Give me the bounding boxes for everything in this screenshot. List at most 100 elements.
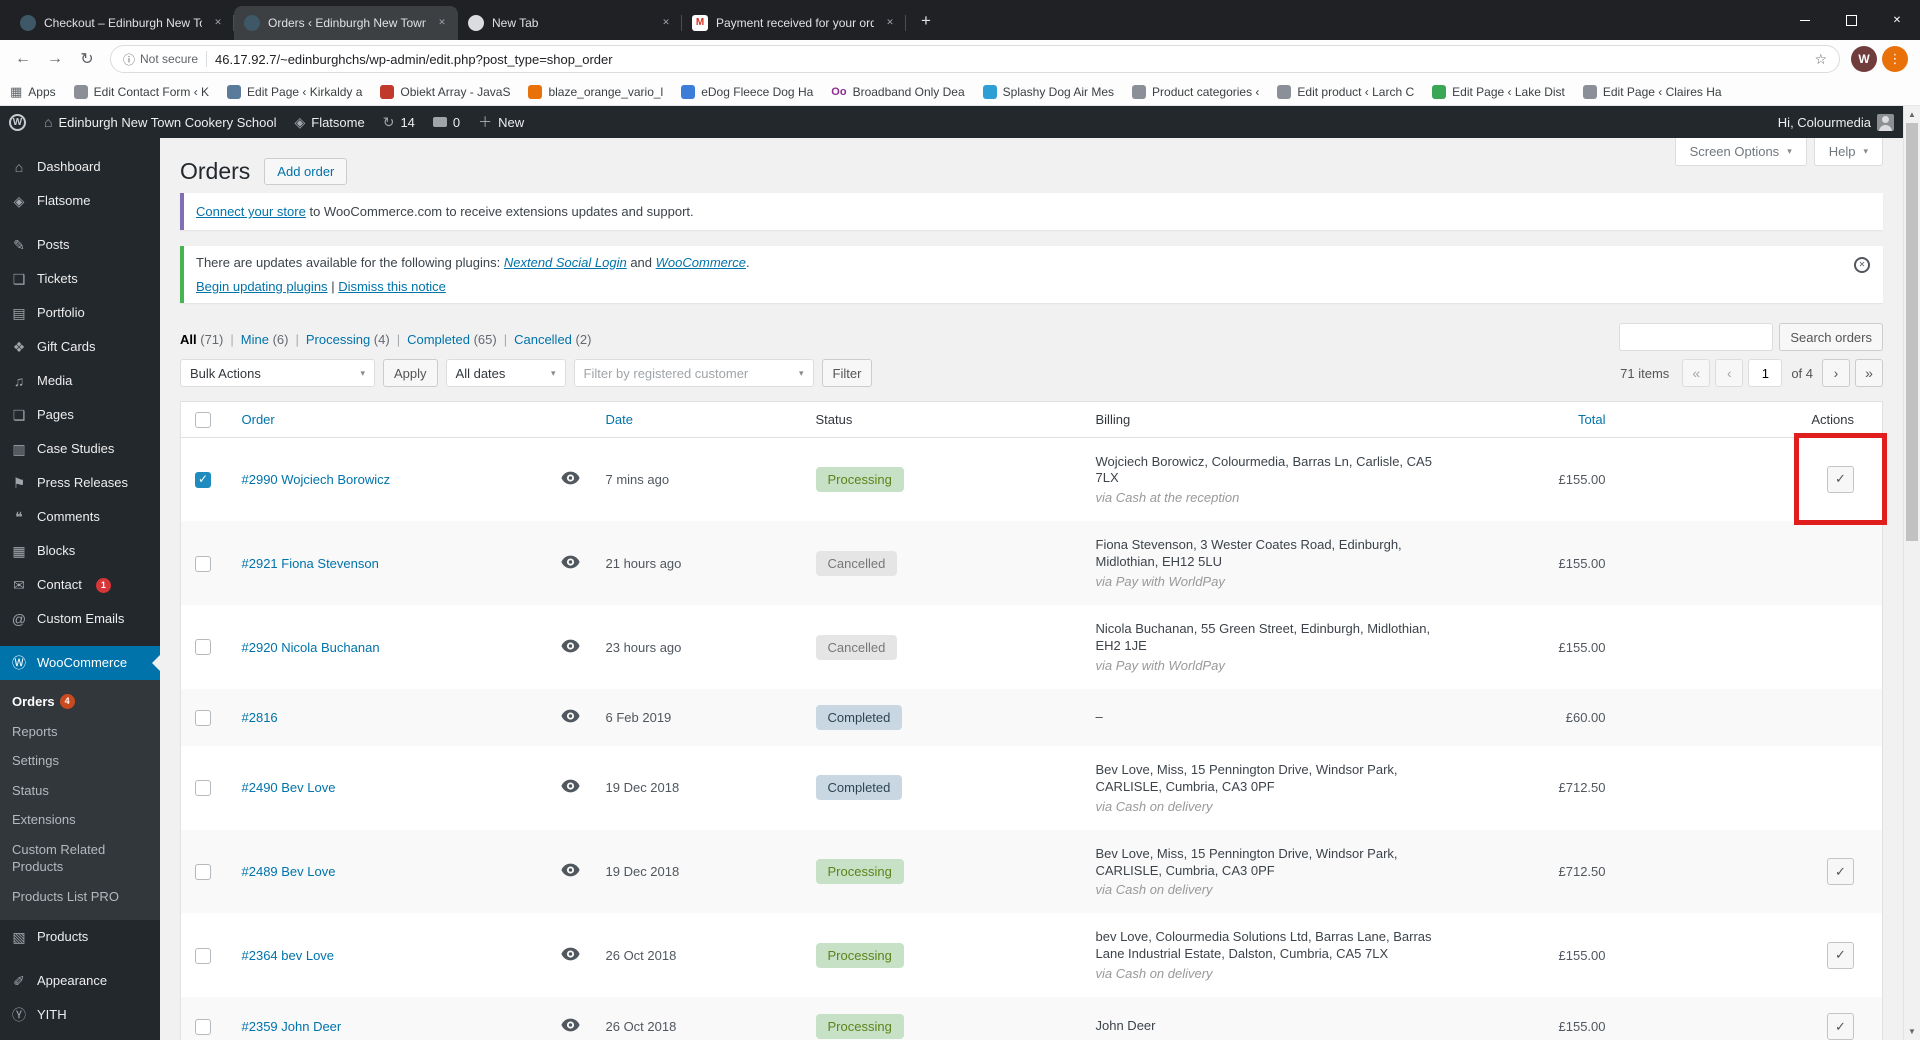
new-content-menu[interactable]: ＋ New [469, 106, 533, 138]
maximize-button[interactable] [1828, 0, 1874, 40]
all-dates-select[interactable]: All dates ▾ [445, 359, 566, 387]
complete-order-button[interactable]: ✓ [1827, 941, 1854, 969]
complete-order-button[interactable]: ✓ [1827, 465, 1854, 493]
window-close-button[interactable]: ✕ [1874, 0, 1920, 40]
sort-by-total-link[interactable]: Total [1578, 412, 1605, 427]
sidebar-item-tickets[interactable]: ❑ Tickets [0, 262, 160, 296]
sidebar-item-woocommerce[interactable]: Ⓦ WooCommerce [0, 646, 160, 680]
bookmark-item[interactable]: Edit Page ‹ Lake Dist [1432, 84, 1565, 99]
sidebar-item-appearance[interactable]: ✐ Appearance [0, 964, 160, 998]
help-button[interactable]: Help ▾ [1813, 138, 1883, 166]
submenu-item-custom-related-products[interactable]: Custom Related Products [0, 835, 160, 882]
scroll-down-icon[interactable]: ▼ [1904, 1023, 1920, 1040]
theme-menu[interactable]: ◈ Flatsome [285, 106, 373, 138]
row-checkbox[interactable] [195, 780, 211, 797]
sidebar-item-gift-cards[interactable]: ❖ Gift Cards [0, 330, 160, 364]
sidebar-item-plugins[interactable]: ✚ Plugins 10 [0, 1032, 160, 1040]
bookmark-item[interactable]: Product categories ‹ [1132, 84, 1259, 99]
sidebar-item-custom-emails[interactable]: @ Custom Emails [0, 602, 160, 636]
view-all[interactable]: All (71) [180, 332, 223, 347]
submenu-item-extensions[interactable]: Extensions [0, 805, 160, 835]
connect-store-link[interactable]: Connect your store [196, 204, 306, 219]
preview-eye-icon[interactable] [560, 947, 580, 961]
complete-order-button[interactable]: ✓ [1827, 1013, 1854, 1040]
submenu-item-settings[interactable]: Settings [0, 746, 160, 776]
last-page-button[interactable]: » [1855, 359, 1883, 387]
order-link[interactable]: #2359 John Deer [242, 1019, 342, 1034]
view-completed[interactable]: Completed (65) [407, 332, 497, 347]
tab-close-icon[interactable]: ✕ [210, 15, 226, 31]
bookmark-item[interactable]: Splashy Dog Air Mes [982, 84, 1114, 99]
view-mine[interactable]: Mine (6) [241, 332, 289, 347]
wordpress-menu[interactable]: W [0, 106, 35, 138]
forward-icon[interactable]: → [40, 44, 70, 74]
sidebar-item-case-studies[interactable]: ▥ Case Studies [0, 432, 160, 466]
woocommerce-link[interactable]: WooCommerce [656, 255, 746, 270]
scroll-up-icon[interactable]: ▲ [1904, 106, 1920, 123]
sort-by-date-link[interactable]: Date [606, 412, 633, 427]
order-link[interactable]: #2489 Bev Love [242, 864, 336, 879]
row-checkbox[interactable] [195, 639, 211, 656]
customer-filter-select[interactable]: Filter by registered customer ▾ [573, 359, 814, 387]
begin-updating-plugins-link[interactable]: Begin updating plugins [196, 279, 328, 294]
prev-page-button[interactable]: ‹ [1715, 359, 1744, 387]
row-checkbox[interactable] [195, 555, 211, 572]
bookmark-item[interactable]: Edit Page ‹ Kirkaldy a [227, 84, 362, 99]
browser-profile-avatar[interactable]: W [1851, 46, 1877, 72]
site-name-menu[interactable]: ⌂ Edinburgh New Town Cookery School [35, 106, 285, 138]
current-page-input[interactable] [1748, 359, 1783, 387]
screen-options-button[interactable]: Screen Options ▾ [1674, 138, 1807, 166]
sidebar-item-flatsome[interactable]: ◈ Flatsome [0, 184, 160, 218]
row-checkbox[interactable] [195, 863, 211, 880]
submenu-item-status[interactable]: Status [0, 776, 160, 806]
order-link[interactable]: #2816 [242, 710, 278, 725]
sidebar-item-media[interactable]: ♫ Media [0, 364, 160, 398]
search-orders-button[interactable]: Search orders [1779, 323, 1883, 351]
scrollbar-thumb[interactable] [1906, 123, 1918, 541]
apps-shortcut[interactable]: ▦ Apps [10, 84, 56, 100]
bookmark-star-icon[interactable]: ☆ [1814, 51, 1827, 68]
my-account-menu[interactable]: Hi, Colourmedia [1769, 113, 1903, 131]
sidebar-item-portfolio[interactable]: ▤ Portfolio [0, 296, 160, 330]
complete-order-button[interactable]: ✓ [1827, 858, 1854, 886]
row-checkbox[interactable] [195, 947, 211, 964]
minimize-button[interactable] [1782, 0, 1828, 40]
browser-menu-update-icon[interactable]: ⋮ [1882, 46, 1908, 72]
bookmark-item[interactable]: Edit product ‹ Larch C [1277, 84, 1414, 99]
add-order-button[interactable]: Add order [264, 158, 348, 185]
view-processing[interactable]: Processing (4) [306, 332, 390, 347]
sidebar-item-posts[interactable]: ✎ Posts [0, 228, 160, 262]
order-link[interactable]: #2921 Fiona Stevenson [242, 556, 379, 571]
bookmark-item[interactable]: Oo Broadband Only Dea [831, 85, 964, 99]
address-bar[interactable]: ⓘ Not secure 46.17.92.7/~edinburghchs/wp… [110, 45, 1840, 73]
preview-eye-icon[interactable] [560, 471, 580, 485]
sidebar-item-blocks[interactable]: ▦ Blocks [0, 534, 160, 568]
back-icon[interactable]: ← [8, 44, 38, 74]
dismiss-this-notice-link[interactable]: Dismiss this notice [338, 279, 446, 294]
browser-tab-gmail[interactable]: M Payment received for your orde ✕ [682, 6, 906, 40]
preview-eye-icon[interactable] [560, 555, 580, 569]
tab-close-icon[interactable]: ✕ [658, 15, 674, 31]
sort-by-order-link[interactable]: Order [242, 412, 275, 427]
bookmark-item[interactable]: Edit Page ‹ Claires Ha [1582, 84, 1722, 99]
sidebar-item-yith[interactable]: Ⓨ YITH [0, 998, 160, 1032]
first-page-button[interactable]: « [1682, 359, 1711, 387]
submenu-item-reports[interactable]: Reports [0, 717, 160, 747]
sidebar-item-press-releases[interactable]: ⚑ Press Releases [0, 466, 160, 500]
nextend-social-login-link[interactable]: Nextend Social Login [504, 255, 627, 270]
url-text[interactable]: 46.17.92.7/~edinburghchs/wp-admin/edit.p… [215, 52, 1806, 67]
browser-tab-checkout[interactable]: Checkout – Edinburgh New Tow ✕ [10, 6, 234, 40]
preview-eye-icon[interactable] [560, 709, 580, 723]
reload-icon[interactable]: ↻ [72, 44, 102, 74]
new-tab-button[interactable]: + [912, 8, 940, 36]
updates-menu[interactable]: ↻ 14 [374, 106, 424, 138]
page-scrollbar[interactable]: ▲ ▼ [1903, 106, 1920, 1040]
bookmark-item[interactable]: eDog Fleece Dog Ha [681, 84, 813, 99]
apply-button[interactable]: Apply [383, 359, 438, 387]
browser-tab-newtab[interactable]: New Tab ✕ [458, 6, 682, 40]
sidebar-item-contact[interactable]: ✉ Contact 1 [0, 568, 160, 602]
bookmark-item[interactable]: Obiekt Array - JavaS [380, 84, 510, 99]
preview-eye-icon[interactable] [560, 639, 580, 653]
order-link[interactable]: #2990 Wojciech Borowicz [242, 472, 391, 487]
sidebar-item-products[interactable]: ▧ Products [0, 920, 160, 954]
